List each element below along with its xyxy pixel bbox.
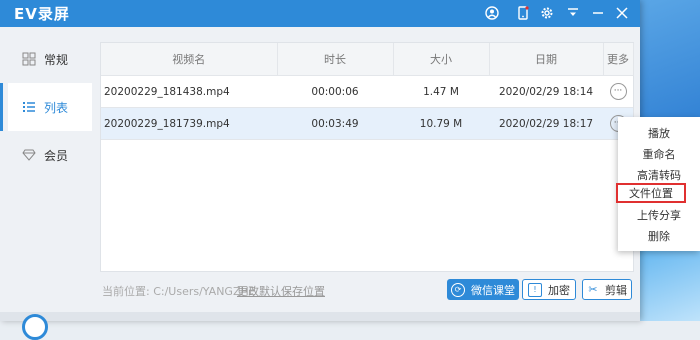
video-size: 1.47 M — [393, 75, 489, 108]
menu-item-upload-share[interactable]: 上传分享 — [618, 205, 700, 225]
menu-item-delete[interactable]: 删除 — [618, 226, 700, 246]
grid-icon — [22, 52, 36, 66]
encrypt-button[interactable]: ! 加密 — [522, 279, 576, 300]
cut-button[interactable]: ✂ 剪辑 — [582, 279, 632, 300]
avatar[interactable] — [22, 314, 48, 340]
video-duration: 00:00:06 — [277, 75, 393, 108]
sidebar-item-member[interactable]: 会员 — [8, 131, 92, 179]
button-label: 剪辑 — [605, 283, 627, 297]
sidebar-item-label: 列表 — [44, 100, 69, 115]
phone-icon[interactable] — [514, 4, 532, 22]
minimize-icon[interactable] — [589, 4, 607, 22]
button-label: 微信课堂 — [471, 283, 515, 297]
user-icon[interactable] — [483, 4, 501, 22]
video-date: 2020/02/29 18:14 — [489, 75, 603, 108]
table-row[interactable]: 20200229_181739.mp4 00:03:49 10.79 M 202… — [101, 107, 633, 140]
sidebar-item-label: 常规 — [44, 52, 69, 67]
table-header-row: 视频名 时长 大小 日期 更多 — [101, 43, 634, 76]
more-cell: ··· — [603, 75, 633, 108]
video-name: 20200229_181438.mp4 — [101, 75, 277, 108]
list-icon — [22, 100, 36, 114]
column-header-name[interactable]: 视频名 — [101, 43, 278, 76]
menu-item-file-location[interactable]: 文件位置 — [616, 183, 686, 203]
gear-icon[interactable] — [538, 4, 556, 22]
sidebar: 常规 列表 会员 — [0, 27, 94, 321]
menu-icon[interactable] — [564, 4, 582, 22]
sidebar-item-list[interactable]: 列表 — [0, 83, 92, 131]
diamond-icon — [22, 148, 36, 162]
video-duration: 00:03:49 — [277, 107, 393, 140]
video-name: 20200229_181739.mp4 — [101, 107, 277, 140]
save-path-label: 当前位置: C:/Users/YANGZHE — [102, 285, 256, 298]
app-window: EV录屏 常规 列表 会员 视频名 时长 大小 日期 更多 20200229_1… — [0, 0, 640, 340]
table-row[interactable]: 20200229_181438.mp4 00:00:06 1.47 M 2020… — [101, 75, 633, 108]
scissors-icon: ✂ — [588, 283, 598, 296]
context-menu: 播放 重命名 高清转码 文件位置 上传分享 删除 — [616, 117, 700, 251]
bottom-bar — [0, 312, 640, 321]
title-bar: EV录屏 — [0, 0, 640, 27]
menu-item-play[interactable]: 播放 — [618, 123, 700, 143]
more-options-icon[interactable]: ··· — [609, 83, 627, 100]
sidebar-item-label: 会员 — [44, 148, 69, 163]
video-date: 2020/02/29 18:17 — [489, 107, 603, 140]
menu-item-hd-transcode[interactable]: 高清转码 — [618, 165, 700, 185]
share-icon: ⟳ — [451, 282, 465, 297]
app-title: EV录屏 — [14, 5, 70, 23]
menu-item-rename[interactable]: 重命名 — [618, 144, 700, 164]
video-list-panel: 视频名 时长 大小 日期 更多 20200229_181438.mp4 00:0… — [100, 42, 634, 272]
button-label: 加密 — [548, 283, 570, 297]
shield-icon: ! — [528, 282, 542, 297]
column-header-more: 更多 — [603, 43, 634, 76]
column-header-size[interactable]: 大小 — [393, 43, 490, 76]
column-header-date[interactable]: 日期 — [489, 43, 604, 76]
change-save-path-link[interactable]: 更改默认保存位置 — [237, 283, 325, 299]
close-icon[interactable] — [613, 4, 631, 22]
video-size: 10.79 M — [393, 107, 489, 140]
video-table: 视频名 时长 大小 日期 更多 20200229_181438.mp4 00:0… — [101, 43, 634, 140]
column-header-duration[interactable]: 时长 — [277, 43, 394, 76]
wechat-class-button[interactable]: ⟳ 微信课堂 — [447, 279, 519, 300]
sidebar-item-general[interactable]: 常规 — [8, 35, 92, 83]
